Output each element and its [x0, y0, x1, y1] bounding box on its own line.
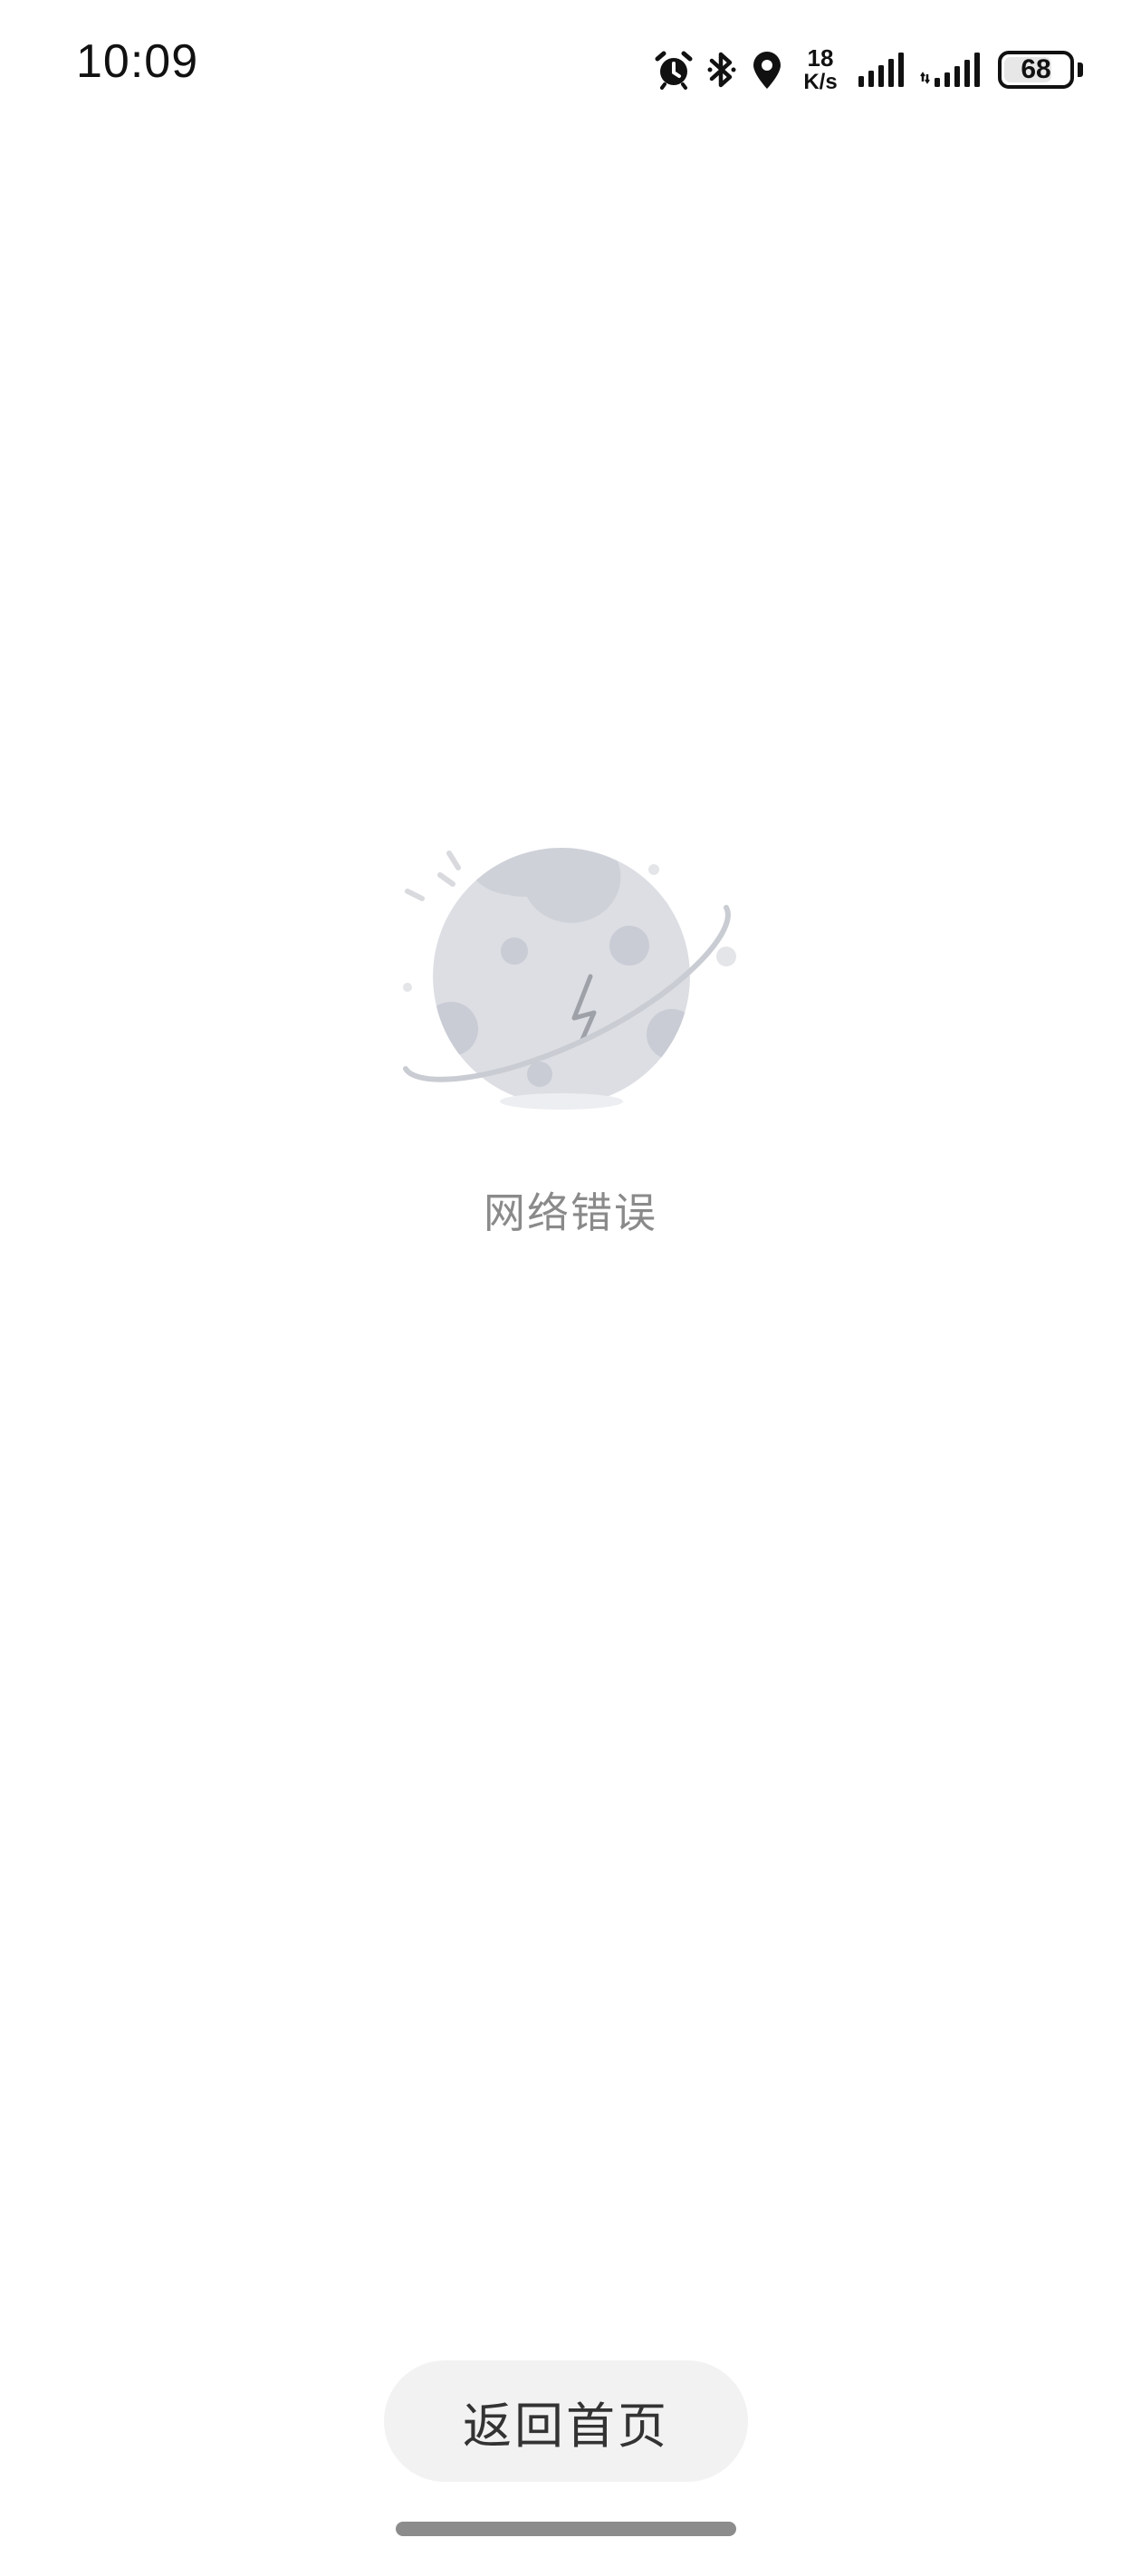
planet-network-error-icon: [380, 824, 761, 1121]
battery-level-text: 68: [1021, 54, 1051, 84]
signal-icon: [920, 51, 985, 89]
network-speed-unit: K/s: [803, 70, 838, 94]
status-bar: 10:09 18 K/s 68: [0, 0, 1141, 136]
network-speed-value: 18: [807, 44, 834, 72]
bluetooth-icon: [706, 49, 737, 91]
battery-cap: [1078, 62, 1083, 77]
battery-icon: 68: [998, 51, 1074, 89]
gesture-navigation-bar[interactable]: [396, 2522, 736, 2536]
location-icon: [750, 49, 784, 91]
status-time: 10:09: [76, 35, 199, 88]
error-screen: 10:09 18 K/s 68 网络错误 返回首页: [0, 0, 1141, 2576]
status-icons: 18 K/s 68: [654, 43, 1083, 96]
error-message: 网络错误: [484, 1188, 657, 1237]
alarm-icon: [654, 50, 694, 90]
return-home-button[interactable]: 返回首页: [384, 2360, 748, 2482]
network-speed: 18 K/s: [797, 46, 844, 93]
signal-icon: [857, 51, 907, 89]
